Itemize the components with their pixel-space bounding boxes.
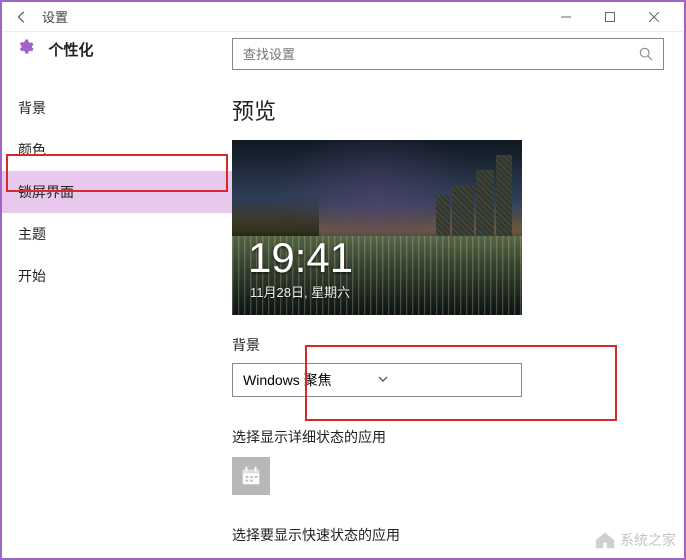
nav: 背景 颜色 锁屏界面 主题 开始 (2, 87, 232, 297)
back-button[interactable] (10, 5, 34, 29)
chevron-down-icon (377, 372, 511, 388)
main-panel: 预览 19:41 11月28日, 星期六 背景 Windows 聚焦 (232, 32, 684, 558)
maximize-button[interactable] (588, 2, 632, 32)
background-label: 背景 (232, 335, 664, 355)
sidebar: 个性化 背景 颜色 锁屏界面 主题 开始 (2, 32, 232, 558)
sidebar-item-themes[interactable]: 主题 (2, 213, 232, 255)
search-input[interactable] (233, 39, 629, 69)
close-button[interactable] (632, 2, 676, 32)
sidebar-item-background[interactable]: 背景 (2, 87, 232, 129)
lockscreen-preview: 19:41 11月28日, 星期六 (232, 140, 522, 315)
sidebar-item-colors[interactable]: 颜色 (2, 129, 232, 171)
search-icon[interactable] (629, 39, 663, 69)
calendar-icon (240, 465, 262, 487)
category-title: 个性化 (48, 39, 93, 60)
gear-icon (16, 38, 34, 61)
background-select-value: Windows 聚焦 (243, 370, 377, 390)
background-select[interactable]: Windows 聚焦 (232, 363, 522, 397)
lock-date: 11月28日, 星期六 (250, 282, 350, 301)
sidebar-item-lockscreen[interactable]: 锁屏界面 (2, 171, 232, 213)
titlebar: 设置 (2, 2, 684, 32)
quick-status-label: 选择要显示快速状态的应用 (232, 525, 664, 545)
lock-time: 19:41 (248, 237, 353, 279)
search-box[interactable] (232, 38, 664, 70)
window-title: 设置 (42, 7, 68, 26)
preview-title: 预览 (232, 94, 664, 126)
sidebar-item-start[interactable]: 开始 (2, 255, 232, 297)
minimize-button[interactable] (544, 2, 588, 32)
detail-app-button[interactable] (232, 457, 270, 495)
detail-status-label: 选择显示详细状态的应用 (232, 427, 664, 447)
